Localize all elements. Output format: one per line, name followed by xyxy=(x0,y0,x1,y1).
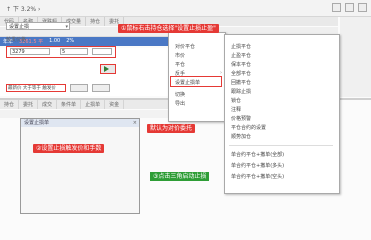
submenu-item[interactable]: 止损平仓 xyxy=(231,43,251,50)
minimize-icon[interactable] xyxy=(332,3,341,12)
stop-loss-dialog: 设置止损单 × xyxy=(20,118,140,214)
position-change: 1.00 xyxy=(49,38,61,44)
condition-text: 最新价 大于等于 触发价 xyxy=(8,86,56,91)
quantity-input[interactable]: 5 xyxy=(60,48,88,55)
trigger-price-input[interactable]: 3279 xyxy=(10,48,50,55)
quantity-stepper[interactable] xyxy=(92,48,112,55)
bottom-tab[interactable]: 条件单 xyxy=(57,100,82,109)
selected-menu-highlight xyxy=(170,76,222,87)
submenu-item[interactable]: 全部平仓 xyxy=(231,70,251,77)
dialog-button[interactable] xyxy=(92,84,110,92)
submenu-item[interactable]: 锁仓 xyxy=(231,97,241,104)
submenu-item[interactable]: 价格预警 xyxy=(231,115,251,122)
menu-item[interactable]: 切换 xyxy=(175,91,185,98)
bottom-tab[interactable]: 止损单 xyxy=(81,100,106,109)
close-icon[interactable]: × xyxy=(133,119,137,127)
close-icon[interactable] xyxy=(358,3,367,12)
submenu-item[interactable]: 注释 xyxy=(231,106,241,113)
submenu-item[interactable]: 保本平仓 xyxy=(231,61,251,68)
default-order-callout: 默认为对价委托 xyxy=(147,124,196,133)
menu-separator xyxy=(229,145,333,146)
submenu-item[interactable]: 止盈平仓 xyxy=(231,52,251,59)
submenu-item[interactable]: 单合约平仓+撤单(空头) xyxy=(231,173,284,180)
submenu-item[interactable]: 回撤平仓 xyxy=(231,79,251,86)
play-icon[interactable] xyxy=(104,66,109,72)
top-tab[interactable]: 持仓 xyxy=(86,17,106,26)
window-controls xyxy=(332,3,367,12)
maximize-icon[interactable] xyxy=(345,3,354,12)
submenu-item[interactable]: 单合约平仓+撤单(多头) xyxy=(231,162,284,169)
title-bar: ↑ 下 3.2% › xyxy=(0,0,371,17)
submenu-item[interactable]: 单合约平仓+撤单(全部) xyxy=(231,151,284,158)
window-title: ↑ 下 3.2% › xyxy=(6,6,41,13)
bottom-tab[interactable]: 成交 xyxy=(38,100,58,109)
submenu-item[interactable]: 顺势加仓 xyxy=(231,133,251,140)
menu-item[interactable]: 市价 xyxy=(175,52,185,59)
submenu-item[interactable]: 平仓合约的设置 xyxy=(231,124,266,131)
submenu: 止损平仓 止盈平仓 保本平仓 全部平仓 回撤平仓 跟踪止损 锁仓 注释 价格预警… xyxy=(224,34,340,194)
menu-item[interactable]: 平仓 xyxy=(175,61,185,68)
menu-item[interactable]: 导出 xyxy=(175,100,185,107)
bottom-tab[interactable]: 持仓 xyxy=(0,100,20,109)
right-sidebar xyxy=(340,17,371,97)
stop-type-value: 设置止损 xyxy=(9,24,30,30)
stop-type-select[interactable]: 设置止损 ▾ xyxy=(6,22,70,30)
step1-callout: ①鼠标右击持仓选择"设置止损止盈" xyxy=(118,24,219,33)
step2-callout: ②设置止损触发价和手数 xyxy=(33,144,105,153)
dialog-button[interactable] xyxy=(70,84,88,92)
position-pct: 2% xyxy=(66,38,75,44)
trigger-price-label: 触发价格 xyxy=(6,37,27,43)
bottom-tab[interactable]: 资金 xyxy=(105,100,125,109)
dialog-title: 设置止损单 xyxy=(21,119,139,127)
chevron-down-icon: ▾ xyxy=(65,24,68,30)
submenu-item[interactable]: 跟踪止损 xyxy=(231,88,251,95)
bottom-tab[interactable]: 委托 xyxy=(19,100,39,109)
step3-callout: ③点击三角启动止损 xyxy=(150,172,210,181)
menu-item[interactable]: 对价平仓 xyxy=(175,43,195,50)
